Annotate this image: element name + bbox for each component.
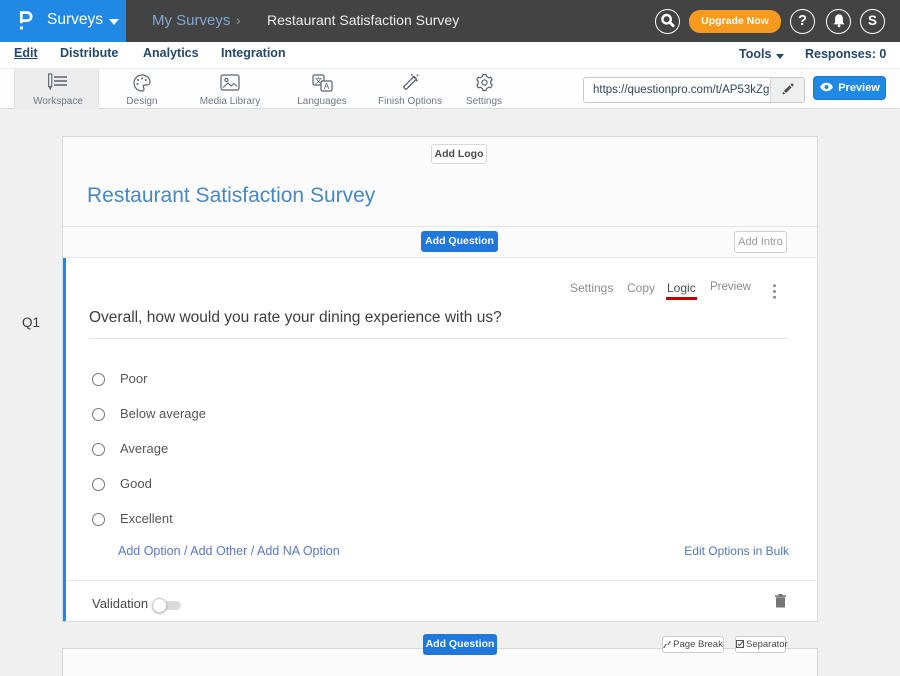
svg-text:A: A bbox=[323, 82, 329, 91]
